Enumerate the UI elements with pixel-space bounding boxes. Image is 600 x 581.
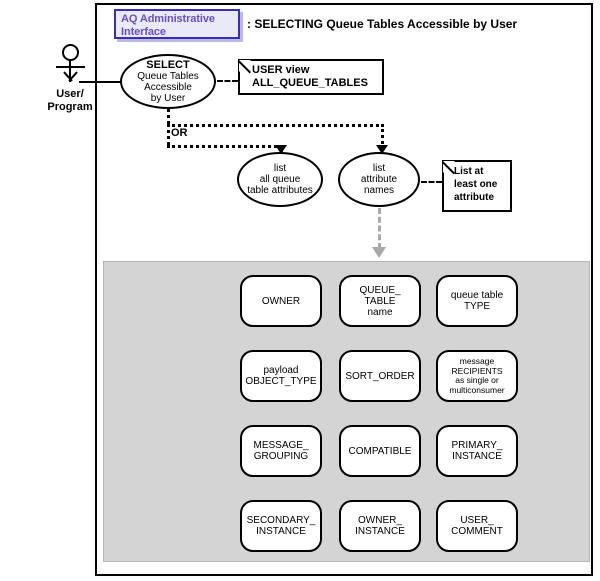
attribute-uc-line2: COMMENT	[451, 526, 503, 537]
use-case-list-attr-text: list attribute names	[361, 163, 397, 196]
badge-line-2: Interface	[121, 26, 166, 38]
use-case-list-all-line3: table attributes	[247, 185, 313, 196]
attribute-box-message-recipients[interactable]: message RECIPIENTS as single or multicon…	[436, 350, 518, 402]
note-user-view-line1: USER view	[252, 64, 310, 76]
use-case-select-line3: by User	[150, 92, 186, 104]
attribute-box-secondary-instance[interactable]: SECONDARY_ INSTANCE	[240, 500, 322, 552]
attribute-compatible-text: COMPATIBLE	[347, 446, 414, 457]
attribute-qtn-line1: QUEUE_	[359, 284, 401, 296]
attributes-to-note-connector	[421, 181, 442, 183]
use-case-select-line1: Queue Tables	[137, 70, 199, 82]
diagram-canvas: User/ Program AQ Administrative Interfac…	[0, 0, 600, 581]
use-case-list-all-line1: list	[273, 163, 287, 174]
attribute-qtt-line1: queue table	[450, 290, 504, 301]
use-case-list-attr-line1: list	[372, 163, 386, 174]
attribute-qtn-line2: TABLE	[364, 295, 396, 307]
attribute-payload-object-type-text: payload OBJECT_TYPE	[243, 365, 318, 387]
note-least-one-attribute: List at least one attribute	[441, 160, 512, 212]
attribute-box-sort-order[interactable]: SORT_ORDER	[339, 350, 421, 402]
attribute-oi-line2: INSTANCE	[355, 526, 405, 537]
attribute-oi-line1: OWNER_	[358, 515, 402, 526]
badge-line-1: AQ Administrative	[121, 13, 215, 25]
attribute-box-compatible[interactable]: COMPATIBLE	[339, 425, 421, 477]
select-to-note-connector	[217, 80, 238, 82]
or-top-line	[167, 124, 384, 127]
attribute-sort-order-text: SORT_ORDER	[343, 371, 416, 382]
attribute-qtn-line3: name	[367, 306, 393, 318]
use-case-select-text: SELECT Queue Tables Accessible by User	[137, 58, 199, 104]
attribute-si-line2: INSTANCE	[256, 526, 306, 537]
actor-label-line1: User/	[56, 88, 84, 100]
attribute-owner-text: OWNER	[260, 296, 302, 307]
attribute-mr-line4: multiconsumer	[449, 384, 505, 395]
attribute-box-payload-object-type[interactable]: payload OBJECT_TYPE	[240, 350, 322, 402]
attribute-box-queue-table-type[interactable]: queue table TYPE	[436, 275, 518, 327]
attribute-box-primary-instance[interactable]: PRIMARY_ INSTANCE	[436, 425, 518, 477]
or-bottom-line	[167, 145, 283, 148]
attribute-queue-table-name-text: QUEUE_ TABLE name	[357, 285, 402, 318]
attribute-box-message-grouping[interactable]: MESSAGE_ GROUPING	[240, 425, 322, 477]
attribute-mr-line1: message	[459, 356, 495, 366]
aq-administrative-interface-badge: AQ Administrative Interface	[114, 9, 240, 39]
attribute-box-owner-instance[interactable]: OWNER_ INSTANCE	[339, 500, 421, 552]
attribute-mr-line3: as single or	[455, 375, 499, 385]
attribute-owner-line1: OWNER	[261, 295, 301, 307]
attribute-pi-line1: PRIMARY_	[451, 440, 503, 451]
attribute-so-line1: SORT_ORDER	[345, 370, 415, 382]
note-least-one-line1: List at	[454, 166, 484, 177]
use-case-list-attribute-names[interactable]: list attribute names	[338, 152, 420, 207]
actor-head-icon	[62, 44, 79, 61]
note-user-view-text: USER view ALL_QUEUE_TABLES	[240, 61, 382, 90]
or-left-branch-line	[167, 124, 170, 145]
actor-label: User/ Program	[30, 88, 110, 114]
attribute-user-comment-text: USER_ COMMENT	[449, 515, 505, 537]
attribute-box-owner[interactable]: OWNER	[240, 275, 322, 327]
use-case-list-attr-line3: names	[363, 185, 394, 196]
grey-arrowhead-icon	[372, 247, 386, 258]
note-user-view-line2: ALL_QUEUE_TABLES	[252, 77, 368, 89]
attribute-message-recipients-text: message RECIPIENTS as single or multicon…	[447, 356, 506, 395]
attribute-si-line1: SECONDARY_	[246, 515, 316, 526]
note-least-one-line3: attribute	[454, 192, 494, 203]
use-case-list-attr-line2: attribute	[360, 174, 398, 185]
attribute-mr-line2: RECIPIENTS	[451, 365, 503, 376]
use-case-list-all-text: list all queue table attributes	[247, 163, 313, 196]
use-case-select-line2: Accessible	[144, 81, 192, 93]
attribute-primary-instance-text: PRIMARY_ INSTANCE	[450, 440, 505, 462]
grey-dashed-connector	[378, 208, 381, 249]
attribute-message-grouping-text: MESSAGE_ GROUPING	[251, 440, 310, 462]
actor-association-line	[79, 81, 121, 83]
use-case-select-queue-tables[interactable]: SELECT Queue Tables Accessible by User	[120, 54, 216, 109]
note-user-view: USER view ALL_QUEUE_TABLES	[237, 59, 384, 95]
attribute-pi-line2: INSTANCE	[452, 451, 502, 462]
attribute-owner-instance-text: OWNER_ INSTANCE	[353, 515, 407, 537]
attribute-box-user-comment[interactable]: USER_ COMMENT	[436, 500, 518, 552]
note-least-one-line2: least one	[454, 179, 498, 190]
attribute-mg-line1: MESSAGE_	[253, 440, 309, 451]
attribute-box-queue-table-name[interactable]: QUEUE_ TABLE name	[339, 275, 421, 327]
use-case-list-all-line2: all queue	[259, 174, 301, 185]
attribute-mg-line2: GROUPING	[253, 451, 309, 462]
actor-label-line2: Program	[47, 101, 93, 113]
attribute-pot-line2: OBJECT_TYPE	[245, 376, 317, 387]
attribute-secondary-instance-text: SECONDARY_ INSTANCE	[245, 515, 318, 537]
attribute-queue-table-type-text: queue table TYPE	[449, 290, 505, 312]
attribute-comp-line1: COMPATIBLE	[348, 445, 412, 457]
or-label: OR	[171, 127, 188, 139]
or-stem-line	[167, 109, 170, 124]
use-case-list-all-queue-table-attributes[interactable]: list all queue table attributes	[237, 152, 323, 207]
diagram-title: : SELECTING Queue Tables Accessible by U…	[247, 17, 518, 31]
attribute-qtt-line2: TYPE	[463, 301, 491, 312]
attribute-uc-line1: USER_	[460, 515, 494, 526]
attribute-pot-line1: payload	[263, 365, 299, 376]
use-case-select-bold: SELECT	[146, 58, 190, 71]
